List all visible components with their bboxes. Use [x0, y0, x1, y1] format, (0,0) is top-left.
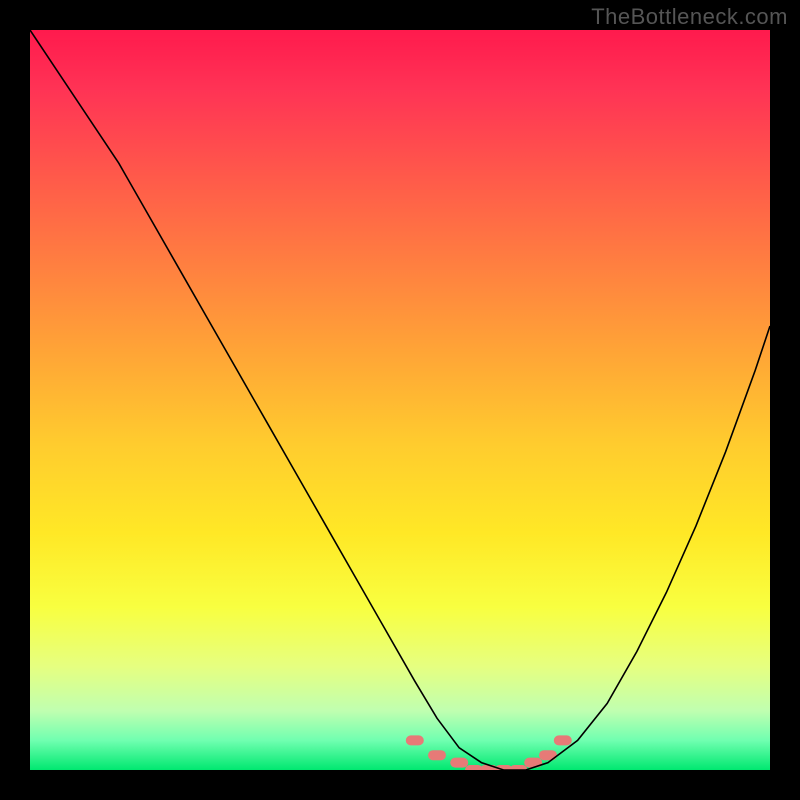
marker-dot	[495, 765, 513, 770]
marker-dot	[554, 735, 572, 745]
marker-dot	[406, 735, 424, 745]
marker-dot	[524, 758, 542, 768]
chart-markers	[406, 735, 572, 770]
watermark-text: TheBottleneck.com	[591, 4, 788, 30]
marker-dot	[539, 750, 557, 760]
chart-svg	[30, 30, 770, 770]
chart-plot-area	[30, 30, 770, 770]
marker-dot	[509, 765, 527, 770]
marker-dot	[450, 758, 468, 768]
marker-dot	[480, 765, 498, 770]
marker-dot	[428, 750, 446, 760]
chart-line	[30, 30, 770, 770]
marker-dot	[465, 765, 483, 770]
